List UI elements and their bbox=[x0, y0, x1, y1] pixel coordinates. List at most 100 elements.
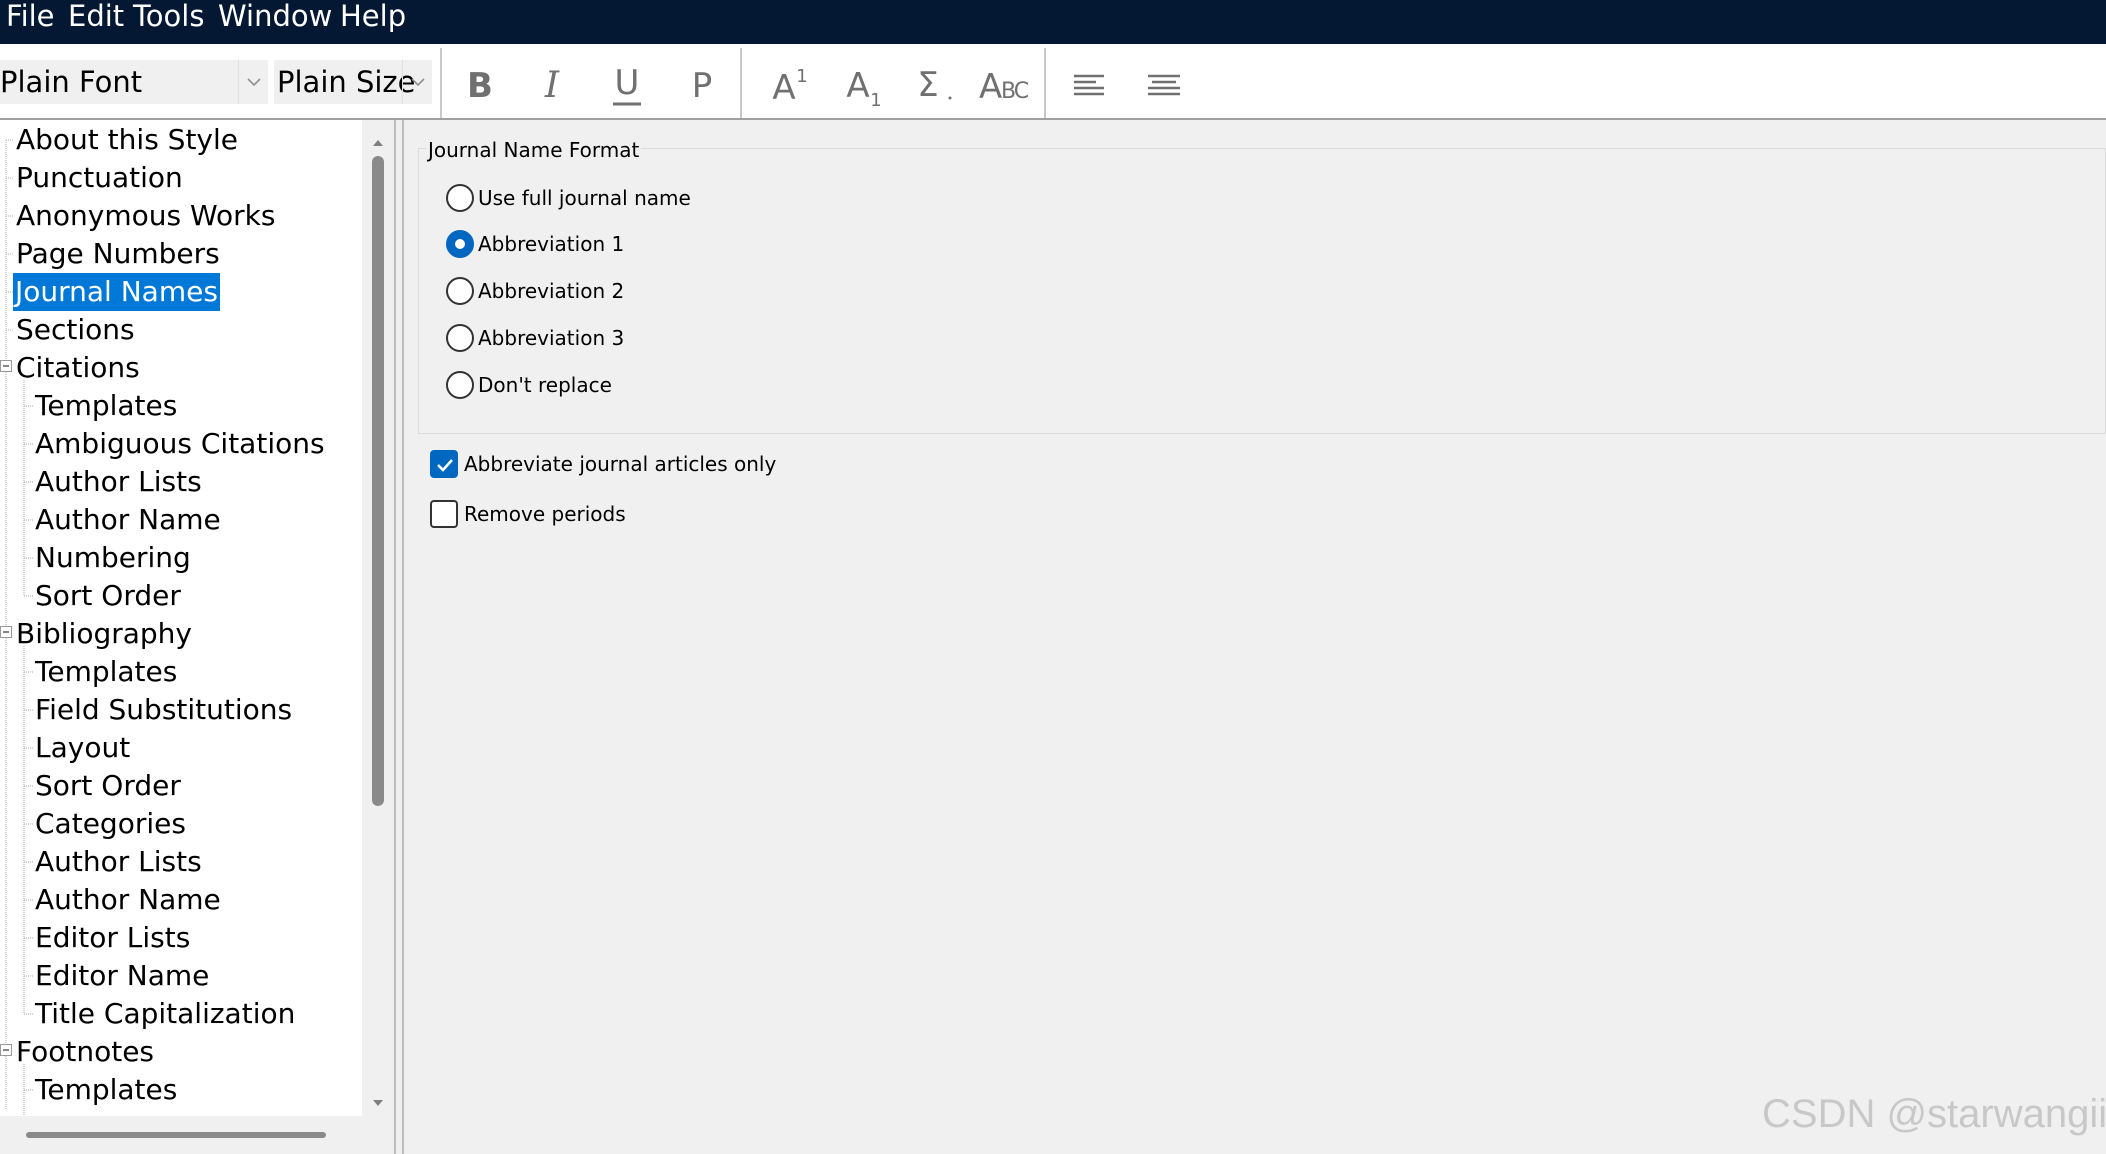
tree-item-footnotes-templates[interactable]: Templates bbox=[35, 1071, 177, 1109]
tree-item-title-capitalization[interactable]: Title Capitalization bbox=[35, 995, 295, 1033]
align-left-button[interactable] bbox=[1060, 54, 1120, 114]
format-toolbar: Plain Font Plain Size B I U P A1 A1 Σ AB… bbox=[0, 44, 2106, 120]
checkbox-label: Remove periods bbox=[464, 502, 626, 526]
scrollbar-thumb[interactable] bbox=[26, 1132, 326, 1138]
svg-text:A: A bbox=[772, 68, 795, 108]
align-left-icon bbox=[1074, 74, 1104, 96]
minus-icon bbox=[3, 1049, 9, 1051]
tree-item-journal-names[interactable]: Journal Names bbox=[13, 273, 220, 311]
tree-item-categories[interactable]: Categories bbox=[35, 805, 186, 843]
tree-horizontal-scrollbar[interactable] bbox=[0, 1116, 394, 1154]
size-select[interactable]: Plain Size bbox=[274, 60, 432, 104]
svg-text:B: B bbox=[467, 66, 493, 106]
chevron-down-icon[interactable] bbox=[238, 60, 268, 104]
watermark: CSDN @starwangii bbox=[1762, 1092, 2106, 1136]
underline-button[interactable]: U bbox=[597, 54, 657, 114]
menu-help[interactable]: Help bbox=[340, 0, 406, 32]
sigma-icon: Σ bbox=[917, 65, 952, 105]
tree-item-editor-name[interactable]: Editor Name bbox=[35, 957, 209, 995]
radio-label: Don't replace bbox=[478, 373, 612, 397]
checkmark-icon bbox=[437, 459, 453, 472]
minus-icon bbox=[3, 365, 9, 367]
tree-item-field-substitutions[interactable]: Field Substitutions bbox=[35, 691, 292, 729]
scroll-down-arrow-icon[interactable] bbox=[372, 1094, 384, 1106]
pane-splitter[interactable] bbox=[394, 120, 404, 1154]
svg-text:U: U bbox=[615, 63, 640, 103]
svg-text:A: A bbox=[979, 67, 1002, 107]
checkbox-label: Abbreviate journal articles only bbox=[464, 452, 777, 476]
svg-text:Σ: Σ bbox=[917, 65, 938, 105]
small-caps-button[interactable]: A BC bbox=[975, 54, 1035, 114]
style-sections-tree: About this Style Punctuation Anonymous W… bbox=[0, 120, 362, 1116]
tree-vertical-scrollbar[interactable] bbox=[362, 120, 394, 1116]
menu-window[interactable]: Window bbox=[218, 0, 332, 32]
svg-text:1: 1 bbox=[796, 66, 807, 87]
toolbar-separator bbox=[740, 48, 742, 118]
tree-item-citations-author-lists[interactable]: Author Lists bbox=[35, 463, 202, 501]
tree-item-layout[interactable]: Layout bbox=[35, 729, 130, 767]
italic-icon: I bbox=[544, 65, 560, 106]
radio-button[interactable] bbox=[446, 324, 474, 352]
svg-text:1: 1 bbox=[870, 90, 881, 111]
radio-label: Abbreviation 1 bbox=[478, 232, 625, 256]
radio-label: Abbreviation 2 bbox=[478, 279, 625, 303]
tree-item-bibliography-sort-order[interactable]: Sort Order bbox=[35, 767, 181, 805]
tree-item-citations-author-name[interactable]: Author Name bbox=[35, 501, 221, 539]
tree-item-citations-sort-order[interactable]: Sort Order bbox=[35, 577, 181, 615]
tree-item-bibliography-templates[interactable]: Templates bbox=[35, 653, 177, 691]
tree-item-bibliography-author-name[interactable]: Author Name bbox=[35, 881, 221, 919]
subscript-button[interactable]: A1 bbox=[834, 54, 894, 114]
checkbox-unchecked[interactable] bbox=[430, 500, 458, 528]
group-title: Journal Name Format bbox=[426, 136, 642, 164]
small-caps-icon: A BC bbox=[979, 67, 1031, 107]
bold-icon: B bbox=[467, 66, 493, 106]
toolbar-separator bbox=[440, 48, 442, 118]
toolbar-separator bbox=[1044, 48, 1046, 118]
scrollbar-thumb[interactable] bbox=[372, 156, 384, 806]
radio-label: Use full journal name bbox=[478, 186, 691, 210]
radio-button[interactable] bbox=[446, 184, 474, 212]
svg-text:BC: BC bbox=[1001, 79, 1029, 104]
tree-item-citations-templates[interactable]: Templates bbox=[35, 387, 177, 425]
radio-button-selected[interactable] bbox=[446, 230, 474, 258]
tree-item-citations[interactable]: Citations bbox=[16, 349, 140, 387]
collapse-toggle-footnotes[interactable] bbox=[0, 1044, 12, 1056]
tree-item-punctuation[interactable]: Punctuation bbox=[16, 159, 183, 197]
font-select-value: Plain Font bbox=[0, 65, 143, 99]
menu-tools[interactable]: Tools bbox=[133, 0, 204, 32]
radio-button[interactable] bbox=[446, 371, 474, 399]
svg-text:P: P bbox=[692, 66, 713, 106]
collapse-toggle-bibliography[interactable] bbox=[0, 626, 12, 638]
superscript-button[interactable]: A1 bbox=[760, 54, 820, 114]
menu-file[interactable]: File bbox=[6, 0, 55, 32]
size-select-value: Plain Size bbox=[277, 65, 416, 99]
tree-item-bibliography-author-lists[interactable]: Author Lists bbox=[35, 843, 202, 881]
svg-text:I: I bbox=[544, 65, 560, 106]
tree-item-editor-lists[interactable]: Editor Lists bbox=[35, 919, 190, 957]
tree-item-page-numbers[interactable]: Page Numbers bbox=[16, 235, 220, 273]
minus-icon bbox=[3, 631, 9, 633]
tree-item-ambiguous-citations[interactable]: Ambiguous Citations bbox=[35, 425, 325, 463]
align-center-button[interactable] bbox=[1134, 54, 1194, 114]
font-select[interactable]: Plain Font bbox=[0, 60, 268, 104]
align-center-icon bbox=[1148, 74, 1180, 96]
chevron-down-icon[interactable] bbox=[402, 60, 432, 104]
collapse-toggle-citations[interactable] bbox=[0, 360, 12, 372]
scroll-up-arrow-icon[interactable] bbox=[372, 134, 384, 146]
tree-item-anonymous-works[interactable]: Anonymous Works bbox=[16, 197, 275, 235]
symbol-button[interactable]: Σ bbox=[900, 54, 960, 114]
plain-text-icon: P bbox=[692, 66, 713, 106]
checkbox-checked[interactable] bbox=[430, 450, 458, 478]
radio-button[interactable] bbox=[446, 277, 474, 305]
menu-bar: File Edit Tools Window Help bbox=[0, 0, 2106, 44]
menu-edit[interactable]: Edit bbox=[68, 0, 124, 32]
tree-item-sections[interactable]: Sections bbox=[16, 311, 135, 349]
svg-text:A: A bbox=[846, 66, 869, 106]
italic-button[interactable]: I bbox=[522, 54, 582, 114]
tree-item-footnotes[interactable]: Footnotes bbox=[16, 1033, 154, 1071]
tree-item-bibliography[interactable]: Bibliography bbox=[16, 615, 192, 653]
plain-button[interactable]: P bbox=[672, 54, 732, 114]
tree-item-about-this-style[interactable]: About this Style bbox=[16, 121, 238, 159]
bold-button[interactable]: B bbox=[450, 54, 510, 114]
tree-item-numbering[interactable]: Numbering bbox=[35, 539, 191, 577]
